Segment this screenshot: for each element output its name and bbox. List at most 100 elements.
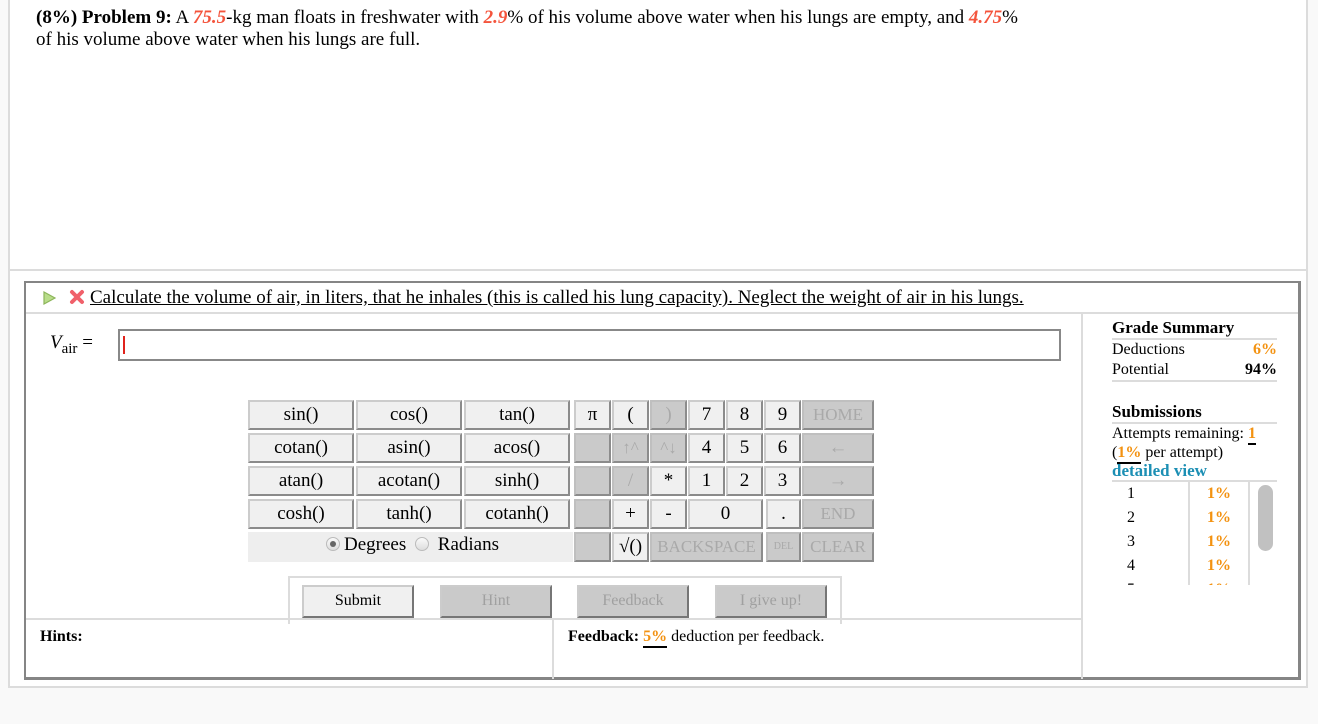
delete-button[interactable]: DEL [766,532,801,562]
hints-feedback-row: Hints: Feedback: 5% deduction per feedba… [26,618,1081,679]
cosh-button[interactable]: cosh() [248,499,354,529]
superscript-up-button[interactable]: ↑^ [612,433,649,463]
action-buttons: Submit Hint Feedback I give up! [288,576,842,624]
given-mass: 75.5 [192,7,227,28]
left-paren-button[interactable]: ( [612,400,649,430]
submission-deduction: 1% [1190,578,1250,585]
submission-deduction: 1% [1190,482,1250,506]
deductions-row: Deductions 6% [1112,340,1277,360]
blank-key [574,532,611,562]
key-4[interactable]: 4 [688,433,725,463]
attempts-remaining: 1 [1247,425,1256,445]
given-pct-empty: 2.9 [483,7,508,28]
problem-text: A [171,7,193,28]
submission-number: 3 [1112,530,1190,554]
play-icon[interactable] [42,291,56,305]
acos-button[interactable]: acos() [464,433,570,463]
deductions-label: Deductions [1112,341,1185,358]
backspace-button[interactable]: BACKSPACE [650,532,763,562]
problem-text: % [1002,7,1018,28]
key-0[interactable]: 0 [688,499,763,529]
end-button[interactable]: END [802,499,874,529]
incorrect-x-icon [70,290,84,304]
blank-key [574,499,611,529]
key-5[interactable]: 5 [726,433,763,463]
submit-button[interactable]: Submit [302,585,414,618]
decimal-button[interactable]: . [766,499,801,529]
sin-button[interactable]: sin() [248,400,354,430]
problem-number: Problem 9: [81,7,172,28]
feedback-panel: Feedback: 5% deduction per feedback. [554,620,1081,679]
home-button[interactable]: HOME [802,400,874,430]
submissions-scrollbar[interactable] [1250,482,1277,585]
key-6[interactable]: 6 [764,433,801,463]
submission-deduction: 1% [1190,506,1250,530]
acotan-button[interactable]: acotan() [356,466,462,496]
key-7[interactable]: 7 [688,400,725,430]
question-part: Calculate the volume of air, in liters, … [24,281,1301,680]
divide-button[interactable]: / [612,466,649,496]
key-8[interactable]: 8 [726,400,763,430]
hint-button[interactable]: Hint [440,585,552,618]
submission-number: 1 [1112,482,1190,506]
feedback-text: deduction per feedback. [667,628,825,645]
tan-button[interactable]: tan() [464,400,570,430]
radians-radio[interactable] [415,536,430,551]
variable-symbol: V [50,332,62,353]
sqrt-button[interactable]: √() [612,532,649,562]
degrees-radio[interactable] [326,536,341,551]
attempts-label: Attempts remaining: [1112,425,1248,442]
feedback-info: Feedback: 5% deduction per feedback. [568,628,825,648]
hints-panel: Hints: [26,620,554,679]
scrollbar-thumb[interactable] [1258,485,1273,551]
give-up-button[interactable]: I give up! [715,585,827,618]
feedback-deduction: 5% [643,628,668,648]
detailed-view-link[interactable]: detailed view [1112,462,1277,482]
problem-text: of his volume above water when his lungs… [36,29,421,50]
submission-number: 5 [1112,578,1190,585]
cursor-right-button[interactable]: → [802,466,874,496]
plus-button[interactable]: + [612,499,649,529]
clear-button[interactable]: CLEAR [802,532,874,562]
answer-area: Vair = sin() cos() tan() cotan() asin() … [26,314,1081,624]
potential-label: Potential [1112,361,1169,378]
potential-row: Potential 94% [1112,360,1277,380]
key-9[interactable]: 9 [764,400,801,430]
multiply-button[interactable]: * [650,466,687,496]
angle-mode-selector: Degrees Radians [248,532,573,562]
feedback-button[interactable]: Feedback [577,585,689,618]
potential-value: 94% [1245,361,1277,378]
degrees-label: Degrees [344,534,407,555]
submission-deduction: 1% [1190,554,1250,578]
problem-text: -kg man floats in freshwater with [226,7,484,28]
submission-number: 2 [1112,506,1190,530]
key-1[interactable]: 1 [688,466,725,496]
cotan-button[interactable]: cotan() [248,433,354,463]
tanh-button[interactable]: tanh() [356,499,462,529]
key-2[interactable]: 2 [726,466,763,496]
hints-label: Hints: [40,628,83,645]
cursor-left-button[interactable]: ← [802,433,874,463]
minus-button[interactable]: - [650,499,687,529]
submission-deduction: 1% [1190,530,1250,554]
equals-sign: = [77,332,93,353]
cotanh-button[interactable]: cotanh() [464,499,570,529]
variable-subscript: air [61,340,78,357]
problem-container: (8%) Problem 9: A 75.5-kg man floats in … [8,0,1308,688]
right-paren-button[interactable]: ) [650,400,687,430]
problem-weight: (8%) [36,7,78,28]
sinh-button[interactable]: sinh() [464,466,570,496]
answer-input[interactable] [118,329,1061,361]
text-caret [123,336,125,354]
key-3[interactable]: 3 [764,466,801,496]
part-header: Calculate the volume of air, in liters, … [26,283,1298,314]
blank-key [574,433,611,463]
cos-button[interactable]: cos() [356,400,462,430]
asin-button[interactable]: asin() [356,433,462,463]
subscript-down-button[interactable]: ^↓ [650,433,687,463]
pi-button[interactable]: π [574,400,611,430]
atan-button[interactable]: atan() [248,466,354,496]
problem-statement: (8%) Problem 9: A 75.5-kg man floats in … [10,0,1306,271]
grade-sidebar: Grade Summary Deductions 6% Potential 94… [1081,314,1299,679]
submission-number: 4 [1112,554,1190,578]
